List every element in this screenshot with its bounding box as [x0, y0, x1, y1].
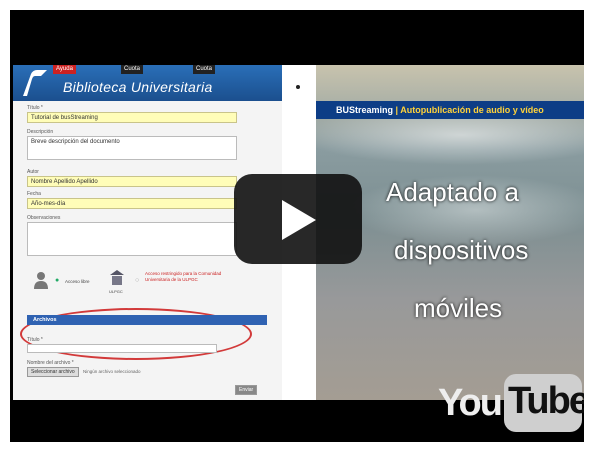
description-textarea[interactable]: Breve descripción del documento	[27, 136, 237, 160]
youtube-tube-text: Tube	[508, 380, 584, 422]
radio-public-icon[interactable]: ●	[55, 277, 59, 284]
video-top-letterbox	[10, 10, 584, 65]
youtube-logo[interactable]: You Tube	[438, 372, 584, 436]
ulpgc-building-icon	[110, 270, 124, 285]
bus-name: BUStreaming	[336, 105, 394, 115]
play-button[interactable]	[234, 174, 362, 264]
library-tab-ayuda: Ayuda	[53, 65, 76, 74]
library-tab-cuota-2: Cuota	[193, 65, 216, 74]
file-title-label: Título *	[27, 337, 43, 343]
bus-subtitle: Autopublicación de audio y vídeo	[400, 105, 544, 115]
radio-restricted-icon[interactable]: ○	[135, 277, 139, 284]
library-title: Biblioteca Universitaria	[63, 79, 213, 95]
date-input[interactable]: Año-mes-día	[27, 198, 237, 209]
play-icon	[282, 200, 316, 240]
bullet-dot	[296, 85, 300, 89]
public-user-icon	[34, 272, 48, 289]
overlay-line-1: Adaptado a	[386, 177, 520, 207]
video-player[interactable]: Ayuda Cuota Cuota Biblioteca Universitar…	[10, 10, 584, 442]
date-label: Fecha	[27, 191, 41, 197]
access-restricted-label: Acceso restringido para la Comunidad Uni…	[145, 271, 222, 282]
no-file-label: Ningún archivo seleccionado	[83, 369, 141, 374]
bus-banner-title: BUStreaming | Autopublicación de audio y…	[336, 105, 544, 115]
observations-textarea[interactable]	[27, 222, 237, 256]
author-input[interactable]: Nombre Apellido Apellido	[27, 176, 237, 187]
library-header: Ayuda Cuota Cuota Biblioteca Universitar…	[13, 65, 282, 101]
library-logo-icon	[23, 70, 47, 96]
send-button[interactable]: Enviar	[235, 385, 258, 395]
author-label: Autor	[27, 169, 39, 175]
observations-label: Observaciones	[27, 215, 61, 221]
title-label: Título *	[27, 105, 43, 111]
overlay-line-3: móviles	[414, 293, 503, 323]
file-title-input[interactable]	[27, 344, 217, 353]
youtube-tube-box: Tube	[504, 374, 584, 432]
ulpgc-label: ULPGC	[109, 289, 123, 294]
library-tab-cuota: Cuota	[121, 65, 144, 74]
file-name-label: Nombre del archivo *	[27, 360, 74, 366]
access-public-label: Acceso libre	[65, 279, 90, 284]
select-file-button[interactable]: Seleccionar archivo	[27, 367, 79, 377]
youtube-you-text: You	[438, 382, 503, 424]
title-input[interactable]: Tutorial de busStreaming	[27, 112, 237, 123]
description-label: Descripción	[27, 129, 54, 135]
overlay-line-2: dispositivos	[394, 235, 529, 265]
files-section-header: Archivos	[27, 315, 267, 325]
